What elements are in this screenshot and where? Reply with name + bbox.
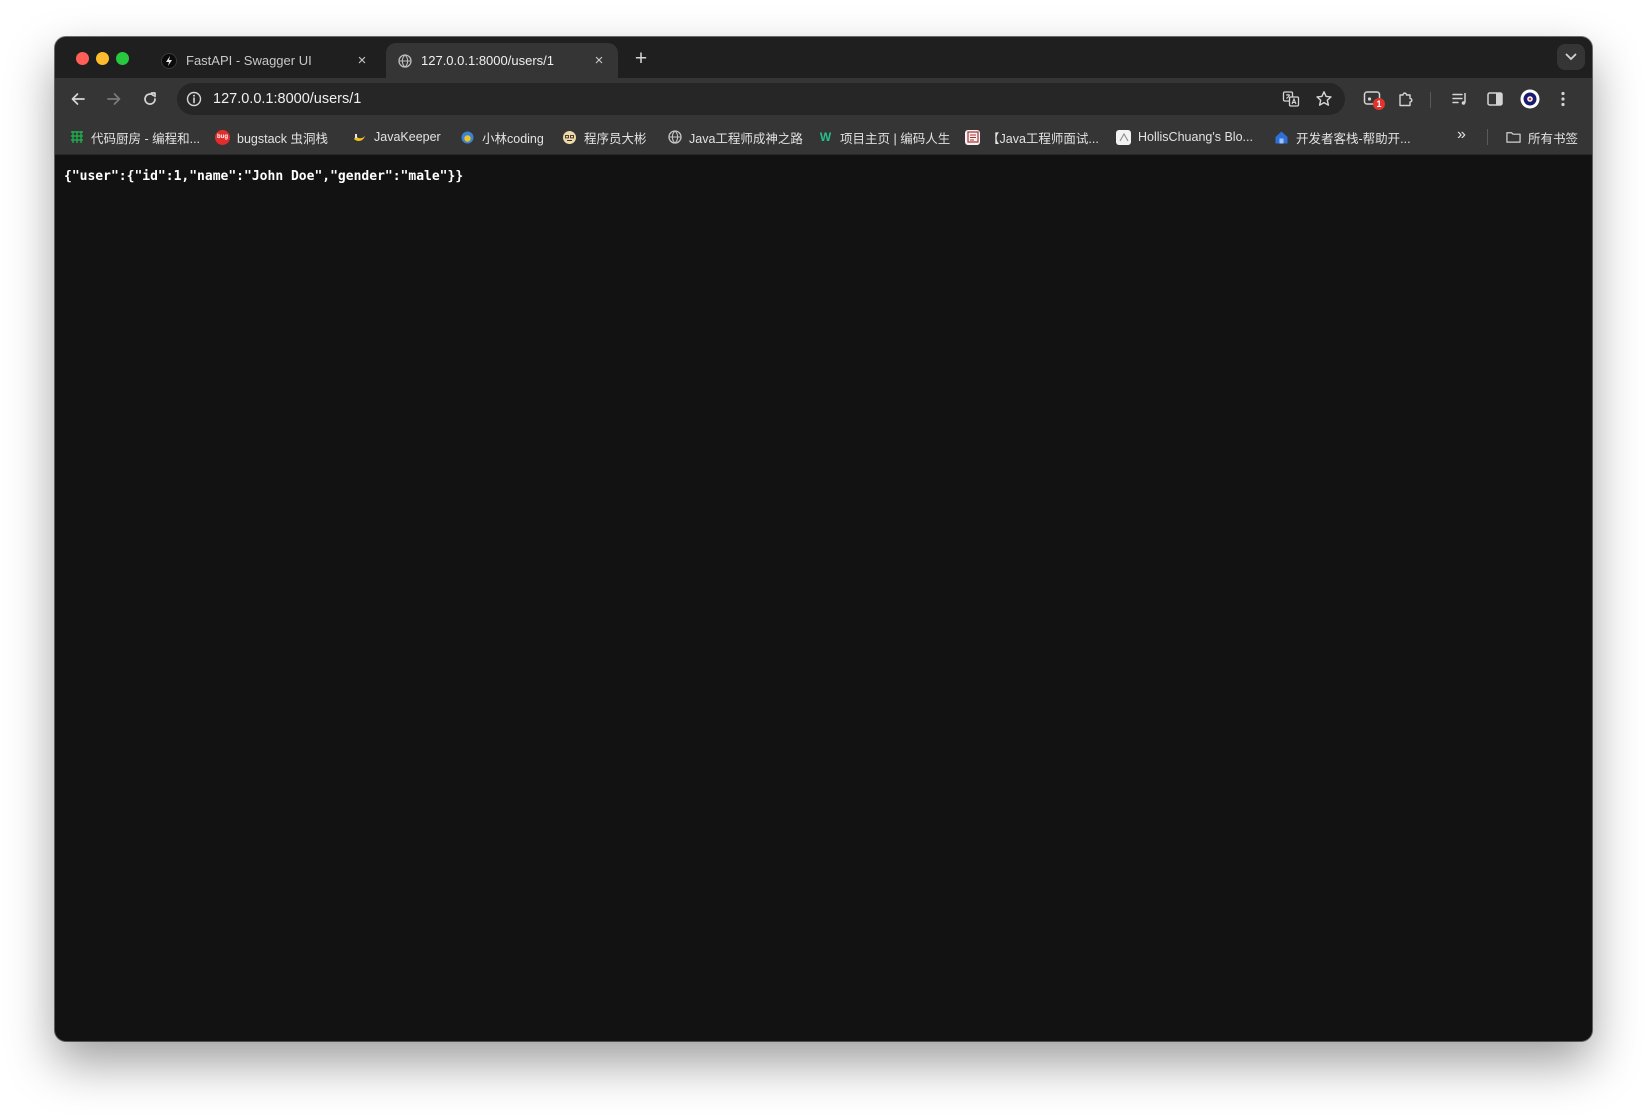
- tab-users-1[interactable]: 127.0.0.1:8000/users/1 ×: [386, 43, 618, 78]
- bookmark-item[interactable]: 小林coding: [460, 129, 544, 146]
- site-info-icon[interactable]: [186, 91, 202, 107]
- bookmark-item[interactable]: Java工程师成神之路: [667, 129, 803, 146]
- reload-icon: [144, 92, 156, 105]
- tab-close-button[interactable]: ×: [590, 52, 608, 69]
- bookmark-label: 代码厨房 - 编程和...: [91, 131, 201, 146]
- reload-button[interactable]: [136, 85, 164, 113]
- new-tab-button[interactable]: +: [629, 47, 653, 71]
- bookmark-item[interactable]: 代码厨房 - 编程和...: [69, 129, 201, 146]
- bookmark-star-icon[interactable]: [1314, 89, 1334, 109]
- bookmark-item[interactable]: HollisChuang's Blo...: [1116, 129, 1253, 145]
- bookmarks-bar: 代码厨房 - 编程和... bug bugstack 虫洞栈 JavaKeepe…: [55, 120, 1592, 155]
- window-close-button[interactable]: [76, 52, 89, 65]
- tab-title: 127.0.0.1:8000/users/1: [421, 53, 554, 68]
- bookmark-label: 程序员大彬: [584, 131, 647, 146]
- forward-button[interactable]: [100, 85, 128, 113]
- folder-icon: [1506, 130, 1521, 145]
- bookmark-item[interactable]: 程序员大彬: [562, 129, 647, 146]
- dabin-icon: [562, 130, 577, 145]
- arrow-right-icon: [107, 93, 121, 105]
- kebab-menu-icon[interactable]: [1551, 87, 1575, 111]
- bookmarks-divider: [1487, 129, 1488, 145]
- page-content: {"user":{"id":1,"name":"John Doe","gende…: [55, 155, 1592, 1041]
- tab-fastapi-swagger[interactable]: FastAPI - Swagger UI ×: [149, 43, 381, 78]
- bookmark-label: JavaKeeper: [374, 130, 441, 144]
- w-icon: W: [819, 130, 832, 144]
- bugstack-icon: bug: [215, 129, 230, 145]
- media-control-icon[interactable]: [1448, 87, 1472, 111]
- bookmark-item[interactable]: 开发者客栈-帮助开...: [1274, 129, 1411, 146]
- devhouse-icon: [1274, 130, 1289, 145]
- globe-icon: [398, 53, 412, 68]
- bookmark-item[interactable]: bug bugstack 虫洞栈: [215, 129, 329, 146]
- chevron-down-icon: [1565, 53, 1577, 61]
- bookmark-label: bugstack 虫洞栈: [237, 131, 329, 146]
- url-text: 127.0.0.1:8000/users/1: [213, 91, 362, 107]
- navigation-toolbar: 127.0.0.1:8000/users/1 1: [55, 78, 1592, 120]
- back-button[interactable]: [64, 85, 92, 113]
- window-maximize-button[interactable]: [116, 52, 129, 65]
- bookmark-label: HollisChuang's Blo...: [1138, 130, 1253, 144]
- all-bookmarks-label: 所有书签: [1528, 131, 1579, 146]
- javakeeper-icon: [352, 130, 367, 145]
- extension-button[interactable]: 1: [1361, 87, 1385, 111]
- bookmark-item[interactable]: 【Java工程师面试...: [965, 129, 1099, 146]
- json-response-text: {"user":{"id":1,"name":"John Doe","gende…: [64, 169, 464, 184]
- extension-badge: 1: [1373, 98, 1385, 110]
- tab-close-button[interactable]: ×: [353, 52, 371, 69]
- arrow-left-icon: [71, 93, 85, 105]
- bookmark-label: 开发者客栈-帮助开...: [1296, 131, 1411, 146]
- bookmark-label: 【Java工程师面试...: [987, 131, 1099, 146]
- bookmark-label: 小林coding: [482, 131, 544, 146]
- tab-title: FastAPI - Swagger UI: [186, 53, 312, 68]
- bookmark-label: 项目主页 | 编码人生: [840, 131, 951, 146]
- bookmark-label: Java工程师成神之路: [689, 131, 803, 146]
- browser-window: FastAPI - Swagger UI × 127.0.0.1:8000/us…: [55, 37, 1592, 1041]
- xiaolin-icon: [460, 130, 475, 145]
- profile-avatar-icon[interactable]: [1518, 87, 1542, 111]
- window-minimize-button[interactable]: [96, 52, 109, 65]
- address-bar[interactable]: 127.0.0.1:8000/users/1: [177, 83, 1345, 115]
- bookmark-item[interactable]: W 项目主页 | 编码人生: [818, 129, 951, 146]
- interview-icon: [965, 129, 980, 145]
- translate-icon[interactable]: [1281, 89, 1301, 109]
- tab-search-button[interactable]: [1557, 44, 1585, 70]
- bookmark-item[interactable]: JavaKeeper: [352, 129, 441, 145]
- bookmarks-overflow-button[interactable]: »: [1457, 126, 1466, 143]
- hollis-icon: [1116, 129, 1131, 145]
- toolbar-divider: [1430, 92, 1431, 108]
- code-kitchen-icon: [69, 130, 84, 145]
- globe-icon: [667, 130, 682, 145]
- extensions-puzzle-icon[interactable]: [1394, 87, 1418, 111]
- side-panel-icon[interactable]: [1483, 87, 1507, 111]
- tab-strip: FastAPI - Swagger UI × 127.0.0.1:8000/us…: [55, 37, 1592, 78]
- fastapi-icon: [161, 52, 177, 69]
- all-bookmarks-button[interactable]: 所有书签: [1506, 129, 1579, 146]
